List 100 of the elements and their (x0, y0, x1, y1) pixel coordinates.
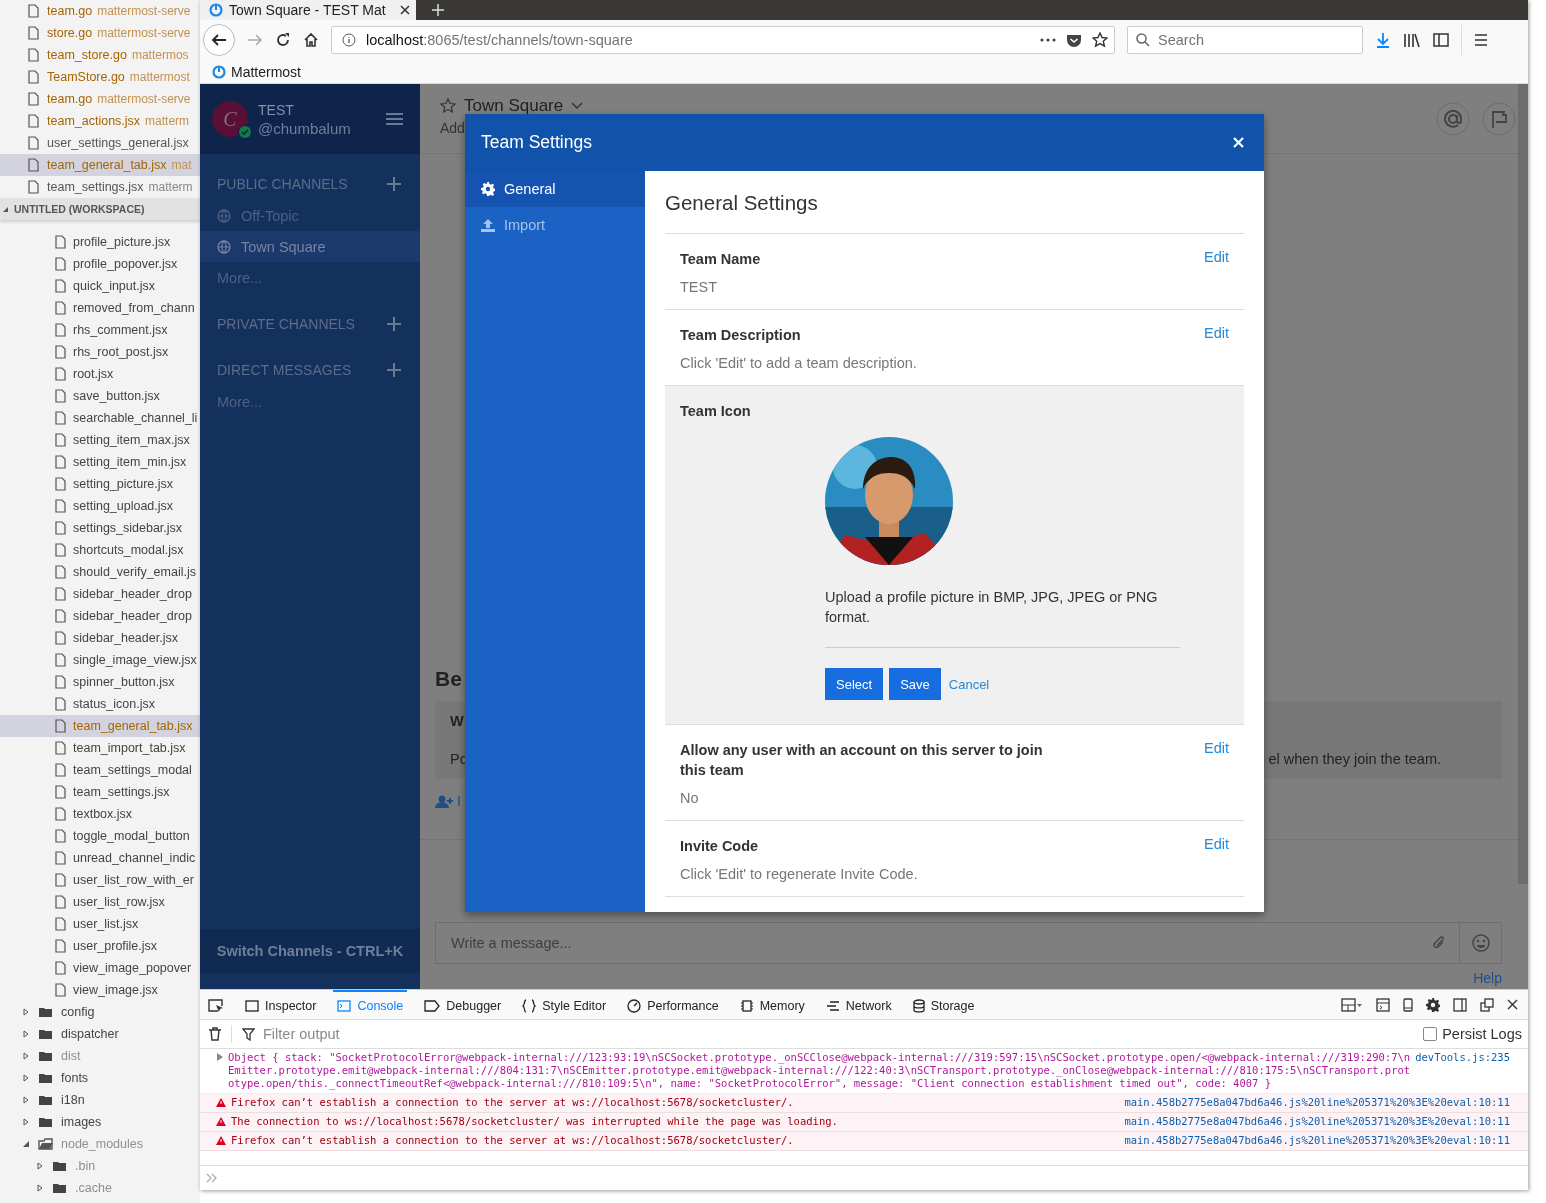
devtools-tab[interactable]: Style Editor (518, 990, 611, 1019)
menu-icon[interactable] (386, 113, 403, 125)
tree-file-item[interactable]: rhs_comment.jsx (0, 319, 200, 341)
tree-file-item[interactable]: view_image_popover (0, 957, 200, 979)
tree-file-item[interactable]: team_settings.jsx (0, 781, 200, 803)
collapsed-arrow-icon[interactable] (36, 1184, 44, 1192)
open-editor-item[interactable]: team_settings.jsx matterm (0, 176, 200, 198)
devtools-tab[interactable]: Performance (623, 990, 723, 1019)
tree-file-item[interactable]: sidebar_header_drop (0, 605, 200, 627)
scrollbar[interactable] (1518, 84, 1528, 884)
collapsed-arrow-icon[interactable] (22, 1052, 30, 1060)
more-icon[interactable] (1040, 38, 1056, 43)
bookmark[interactable]: Mattermost (212, 63, 301, 80)
reload-icon[interactable] (275, 32, 291, 49)
open-editor-item[interactable]: user_settings_general.jsx (0, 132, 200, 154)
devtools-tab[interactable]: Debugger (420, 990, 506, 1019)
checkbox[interactable] (1423, 1027, 1438, 1041)
tree-file-item[interactable]: user_list_row.jsx (0, 891, 200, 913)
collapsed-arrow-icon[interactable] (36, 1162, 44, 1170)
open-editor-item[interactable]: team_actions.jsx matterm (0, 110, 200, 132)
mention-icon[interactable] (1436, 102, 1470, 136)
expand-arrow-icon[interactable] (216, 1053, 223, 1061)
pocket-icon[interactable] (1066, 32, 1082, 48)
home-icon[interactable] (303, 32, 319, 49)
source-link[interactable]: main.458b2775e8a047bd6a46.js%20line%205371%20%3E%20eval:10:11 (1124, 1115, 1510, 1128)
responsive-icon[interactable] (1403, 997, 1413, 1012)
search-field[interactable]: Search (1127, 26, 1363, 55)
back-button[interactable] (203, 24, 235, 57)
collapsed-arrow-icon[interactable] (22, 1096, 30, 1104)
add-icon[interactable] (387, 363, 401, 377)
tree-file-item[interactable]: textbox.jsx (0, 803, 200, 825)
library-icon[interactable] (1403, 32, 1421, 49)
star-icon[interactable] (1092, 32, 1108, 49)
flag-icon[interactable] (1482, 102, 1516, 136)
tree-file-item[interactable]: sidebar_header_drop (0, 583, 200, 605)
tree-file-item[interactable]: root.jsx (0, 363, 200, 385)
edit-link[interactable]: Edit (1204, 740, 1229, 806)
tree-file-item[interactable]: save_button.jsx (0, 385, 200, 407)
folder-item[interactable]: i18n (0, 1089, 200, 1111)
element-picker-icon[interactable] (208, 996, 224, 1013)
address-field[interactable]: localhost:8065/test/channels/town-square (331, 26, 1115, 55)
upload-button[interactable]: Select (825, 668, 884, 700)
open-editor-item[interactable]: store.go mattermost-serve (0, 22, 200, 44)
tree-file-item[interactable]: rhs_root_post.jsx (0, 341, 200, 363)
tree-file-item[interactable]: should_verify_email.js (0, 561, 200, 583)
folder-item[interactable]: images (0, 1111, 200, 1133)
filter-field[interactable]: Filter output (261, 1025, 565, 1043)
tree-file-item[interactable]: sidebar_header.jsx (0, 627, 200, 649)
open-editor-item[interactable]: team.go mattermost-serve (0, 0, 200, 22)
folder-item[interactable]: fonts (0, 1067, 200, 1089)
open-editor-item[interactable]: TeamStore.go mattermost (0, 66, 200, 88)
tree-file-item[interactable]: setting_upload.jsx (0, 495, 200, 517)
devtools-tab[interactable]: Storage (908, 990, 979, 1019)
split-console-icon[interactable] (1376, 997, 1390, 1012)
download-icon[interactable] (1375, 32, 1391, 49)
open-editor-item[interactable]: team.go mattermost-serve (0, 88, 200, 110)
channel-title[interactable]: Town Square (464, 96, 564, 116)
layout-icon[interactable] (1341, 997, 1363, 1012)
tree-file-item[interactable]: user_profile.jsx (0, 935, 200, 957)
sidebar-icon[interactable] (1433, 33, 1449, 48)
source-link[interactable]: devTools.js:235 (1415, 1051, 1510, 1064)
tree-file-item[interactable]: single_image_view.jsx (0, 649, 200, 671)
close-icon[interactable] (1507, 999, 1518, 1010)
tree-file-item[interactable]: profile_picture.jsx (0, 231, 200, 253)
devtools-tab[interactable]: Memory (735, 990, 809, 1019)
tree-file-item[interactable]: removed_from_chann (0, 297, 200, 319)
message-field[interactable]: Write a message... (435, 922, 1502, 964)
undock-icon[interactable] (1480, 997, 1494, 1012)
settings-icon[interactable] (1426, 997, 1440, 1012)
source-link[interactable]: main.458b2775e8a047bd6a46.js%20line%205371%20%3E%20eval:10:11 (1124, 1096, 1510, 1109)
emoji-icon[interactable] (1472, 934, 1490, 952)
chevron-down-icon[interactable] (571, 102, 584, 110)
tree-file-item[interactable]: shortcuts_modal.jsx (0, 539, 200, 561)
collapsed-arrow-icon[interactable] (22, 1030, 30, 1038)
folder-item[interactable]: config (0, 1001, 200, 1023)
add-icon[interactable] (387, 177, 401, 191)
tree-file-item[interactable]: setting_picture.jsx (0, 473, 200, 495)
info-icon[interactable] (342, 33, 356, 48)
tree-file-item[interactable]: toggle_modal_button (0, 825, 200, 847)
tree-file-item[interactable]: profile_popover.jsx (0, 253, 200, 275)
tree-file-item[interactable]: quick_input.jsx (0, 275, 200, 297)
close-icon[interactable] (400, 5, 410, 15)
folder-item[interactable]: dispatcher (0, 1023, 200, 1045)
tree-file-item[interactable]: team_settings_modal (0, 759, 200, 781)
tree-file-item[interactable]: setting_item_max.jsx (0, 429, 200, 451)
checkbox-label[interactable]: Persist Logs (1442, 1026, 1522, 1042)
tree-file-item[interactable]: setting_item_min.jsx (0, 451, 200, 473)
tree-file-item[interactable]: user_list_row_with_er (0, 869, 200, 891)
tree-file-item[interactable]: searchable_channel_li (0, 407, 200, 429)
dock-side-icon[interactable] (1453, 997, 1467, 1012)
devtools-tab[interactable]: Network (821, 990, 896, 1019)
source-link[interactable]: main.458b2775e8a047bd6a46.js%20line%205371%20%3E%20eval:10:11 (1124, 1134, 1510, 1147)
edit-link[interactable]: Edit (1204, 836, 1229, 882)
menu-icon[interactable] (1474, 34, 1488, 47)
switch-channels-button[interactable]: Switch Channels - CTRL+K (200, 929, 420, 973)
upload-button[interactable]: Save (889, 668, 941, 700)
tree-file-item[interactable]: unread_channel_indic (0, 847, 200, 869)
paperclip-icon[interactable] (1432, 935, 1446, 951)
add-icon[interactable] (387, 317, 401, 331)
expanded-arrow-icon[interactable] (22, 1140, 30, 1148)
